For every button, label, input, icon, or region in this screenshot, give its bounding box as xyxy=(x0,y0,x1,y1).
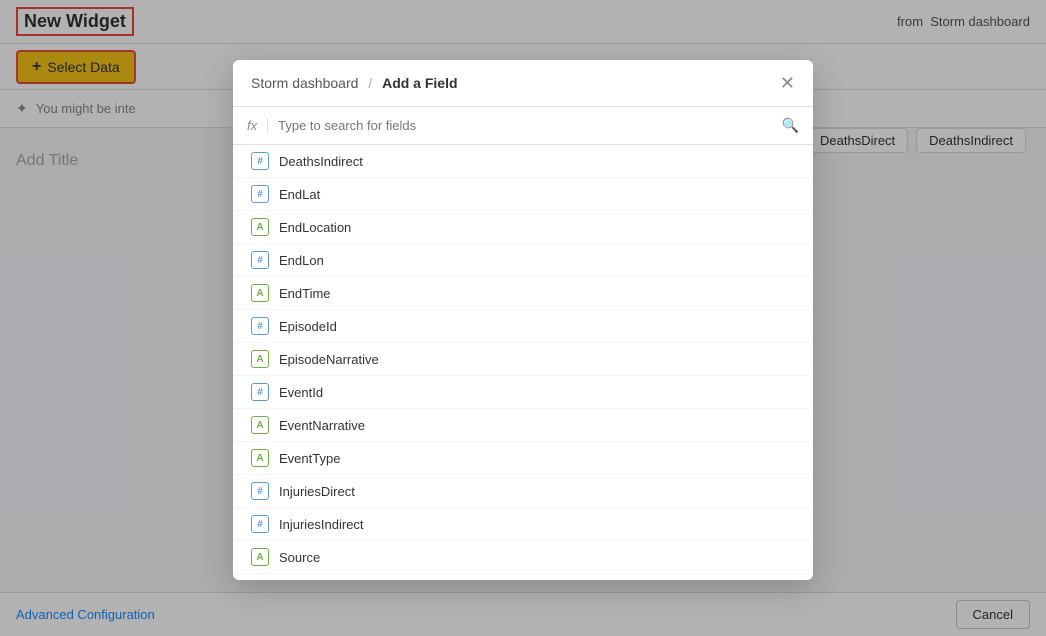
field-type-badge: A xyxy=(251,218,269,236)
list-item[interactable]: # InjuriesDirect xyxy=(233,475,813,508)
list-item[interactable]: # EndLon xyxy=(233,244,813,277)
modal-header: Storm dashboard / Add a Field ✕ xyxy=(233,60,813,107)
field-type-badge: A xyxy=(251,449,269,467)
field-name: EventType xyxy=(279,451,340,466)
field-type-badge: # xyxy=(251,482,269,500)
list-item[interactable]: AStartTime xyxy=(233,574,813,580)
modal-close-button[interactable]: ✕ xyxy=(780,74,795,92)
page-container: New Widget from Storm dashboard + Select… xyxy=(0,0,1046,636)
list-item[interactable]: A EventType xyxy=(233,442,813,475)
field-name: Source xyxy=(279,550,320,565)
modal-overlay: Storm dashboard / Add a Field ✕ fx 🔍 # De… xyxy=(0,0,1046,636)
field-type-badge: A xyxy=(251,416,269,434)
field-type-badge: A xyxy=(251,548,269,566)
field-name: DeathsIndirect xyxy=(279,154,363,169)
list-item[interactable]: A EpisodeNarrative xyxy=(233,343,813,376)
field-list: # DeathsIndirect # EndLat A EndLocation # EndLo… xyxy=(233,145,813,580)
field-name: EpisodeNarrative xyxy=(279,352,379,367)
field-name: EpisodeId xyxy=(279,319,337,334)
field-type-badge: # xyxy=(251,185,269,203)
modal-search-bar: fx 🔍 xyxy=(233,107,813,145)
field-type-badge: # xyxy=(251,251,269,269)
list-item[interactable]: # DeathsIndirect xyxy=(233,145,813,178)
field-type-badge: # xyxy=(251,152,269,170)
field-name: EndLat xyxy=(279,187,320,202)
field-search-input[interactable] xyxy=(278,118,771,133)
field-name: EndLon xyxy=(279,253,324,268)
field-name: EndLocation xyxy=(279,220,351,235)
list-item[interactable]: # EndLat xyxy=(233,178,813,211)
field-type-badge: A xyxy=(251,350,269,368)
field-name: EventNarrative xyxy=(279,418,365,433)
list-item[interactable]: A EndLocation xyxy=(233,211,813,244)
add-field-modal: Storm dashboard / Add a Field ✕ fx 🔍 # De… xyxy=(233,60,813,580)
list-item[interactable]: A EndTime xyxy=(233,277,813,310)
field-name: EndTime xyxy=(279,286,331,301)
search-icon: 🔍 xyxy=(782,117,799,134)
field-type-badge: # xyxy=(251,383,269,401)
field-name: InjuriesDirect xyxy=(279,484,355,499)
field-type-badge: A xyxy=(251,284,269,302)
field-type-badge: # xyxy=(251,515,269,533)
list-item[interactable]: # EventId xyxy=(233,376,813,409)
field-name: InjuriesIndirect xyxy=(279,517,364,532)
list-item[interactable]: A EventNarrative xyxy=(233,409,813,442)
fx-label: fx xyxy=(247,118,268,133)
field-type-badge: # xyxy=(251,317,269,335)
list-item[interactable]: A Source xyxy=(233,541,813,574)
list-item[interactable]: # InjuriesIndirect xyxy=(233,508,813,541)
modal-title: Storm dashboard / Add a Field xyxy=(251,75,458,91)
field-name: EventId xyxy=(279,385,323,400)
list-item[interactable]: # EpisodeId xyxy=(233,310,813,343)
